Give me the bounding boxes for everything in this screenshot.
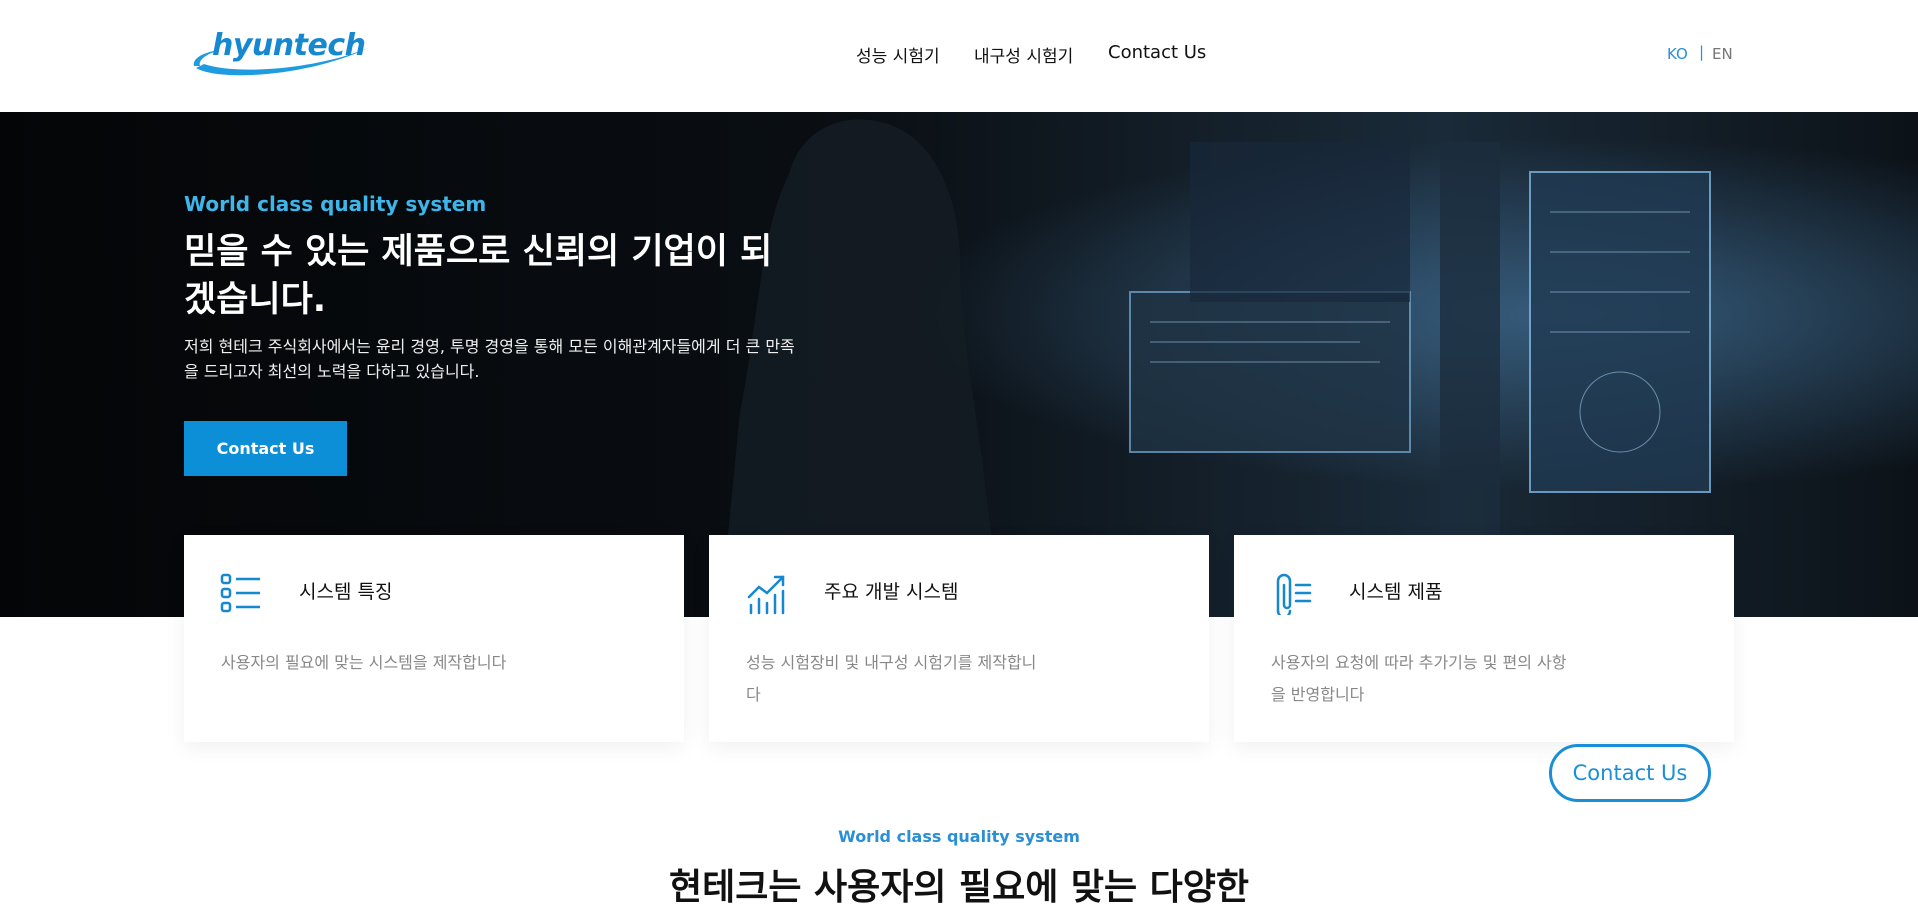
lang-separator: | xyxy=(1699,43,1705,61)
hero-title: 믿을 수 있는 제품으로 신뢰의 기업이 되겠습니다. xyxy=(184,232,773,320)
floating-contact-button[interactable]: Contact Us xyxy=(1549,744,1711,802)
card-description: 사용자의 요청에 따라 추가기능 및 편의 사항을 반영합니다 xyxy=(1271,653,1567,704)
paperclip-icon xyxy=(1276,573,1312,615)
nav-durability-tester[interactable]: 내구성 시험기 xyxy=(974,42,1073,67)
card-title: 시스템 제품 xyxy=(1349,581,1443,603)
feature-card[interactable]: 시스템 특징 사용자의 필요에 맞는 시스템을 제작합니다 xyxy=(184,535,684,742)
site-header: hyuntech 성능 시험기 내구성 시험기 Contact Us KO | … xyxy=(0,0,1918,112)
hero-description: 저희 현테크 주식회사에서는 윤리 경영, 투명 경영을 통해 모든 이해관계자… xyxy=(184,337,795,381)
hyuntech-logo[interactable]: hyuntech xyxy=(190,26,370,78)
logo-text: hyuntech xyxy=(212,28,366,63)
chart-trend-icon xyxy=(747,575,785,615)
lang-ko-link[interactable]: KO xyxy=(1667,45,1688,63)
hero-eyebrow: World class quality system xyxy=(184,192,487,216)
section-eyebrow: World class quality system xyxy=(838,827,1080,846)
card-title: 시스템 특징 xyxy=(299,581,393,603)
nav-performance-tester[interactable]: 성능 시험기 xyxy=(856,42,940,67)
hero-contact-button[interactable]: Contact Us xyxy=(184,421,347,476)
section-title: 현테크는 사용자의 필요에 맞는 다양한 xyxy=(668,867,1250,908)
lang-en-link[interactable]: EN xyxy=(1712,45,1733,63)
feature-card[interactable]: 주요 개발 시스템 성능 시험장비 및 내구성 시험기를 제작합니다 xyxy=(709,535,1209,742)
card-description: 사용자의 필요에 맞는 시스템을 제작합니다 xyxy=(221,653,507,672)
card-title: 주요 개발 시스템 xyxy=(824,581,959,603)
nav-contact-us[interactable]: Contact Us xyxy=(1108,42,1206,63)
card-description: 성능 시험장비 및 내구성 시험기를 제작합니다 xyxy=(746,653,1037,704)
feature-card[interactable]: 시스템 제품 사용자의 요청에 따라 추가기능 및 편의 사항을 반영합니다 xyxy=(1234,535,1734,742)
list-icon xyxy=(220,573,260,613)
